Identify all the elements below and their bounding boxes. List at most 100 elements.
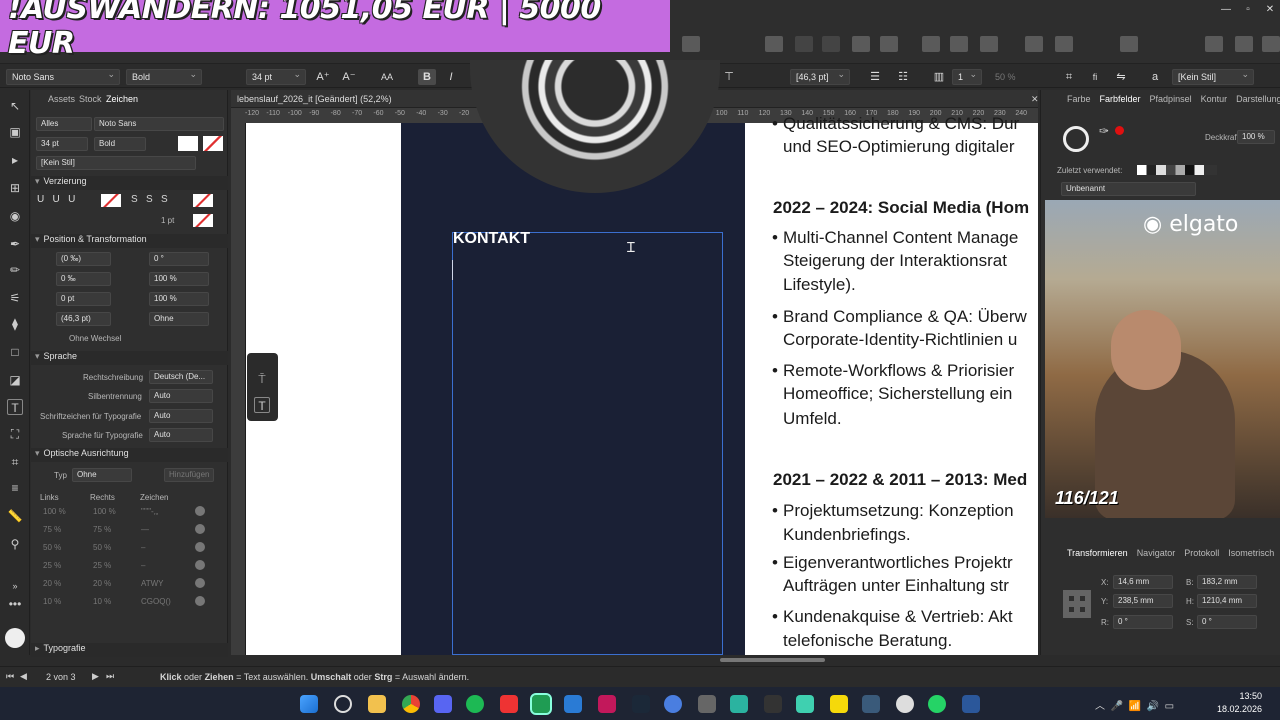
add-button[interactable]: Hinzufügen [164, 468, 214, 482]
case-button[interactable]: AA [376, 69, 398, 85]
x-field[interactable]: 14,6 mm [1113, 575, 1173, 589]
recent-swatches[interactable] [1137, 165, 1217, 175]
palette-select[interactable]: Unbenannt [1061, 182, 1196, 196]
cv-text-line[interactable]: Steigerung der Interaktionsrat [783, 251, 1007, 271]
optical-cell[interactable]: – [141, 543, 145, 552]
cv-text-line[interactable]: Qualitätssicherung & CMS: Dur [783, 114, 1019, 134]
color-wheel-icon[interactable] [1063, 126, 1089, 152]
optical-cell[interactable]: "'""-‚„ [141, 507, 158, 516]
stroke-swatch[interactable] [203, 136, 223, 151]
optical-cell[interactable]: 20 % [93, 579, 111, 588]
optical-cell[interactable]: 50 % [93, 543, 111, 552]
b-field[interactable]: 183,2 mm [1197, 575, 1257, 589]
leading-mode-select[interactable]: Ohne [149, 312, 209, 326]
optical-cell[interactable]: — [141, 525, 149, 534]
geometry-add-icon[interactable] [1025, 36, 1043, 52]
app-mint-icon[interactable] [796, 695, 814, 713]
font-scope-select[interactable]: Alles [36, 117, 92, 131]
optical-cell[interactable]: 20 % [43, 579, 61, 588]
affinity-publisher-icon[interactable] [530, 693, 552, 715]
hyphen-select[interactable]: Auto [149, 389, 213, 403]
pencil-tool-icon[interactable]: ✏ [7, 262, 23, 278]
app-red-icon[interactable] [500, 695, 518, 713]
clock-date[interactable]: 18.02.2026 [1210, 704, 1262, 714]
arrange-back-icon[interactable] [822, 36, 840, 52]
lowercase-button[interactable]: a [1146, 69, 1164, 85]
baseline-field[interactable]: 0 pt [56, 292, 111, 306]
tracking-field[interactable]: 0 ‰ [56, 272, 111, 286]
first-page-icon[interactable]: ⏮ [6, 671, 14, 682]
settings-icon[interactable] [1262, 36, 1280, 52]
optical-cell[interactable]: 100 % [43, 507, 66, 516]
fill-tool-icon[interactable]: ⧫ [7, 316, 23, 332]
panel-weight-select[interactable]: Bold [94, 137, 146, 151]
r-field[interactable]: 0 ° [1113, 615, 1173, 629]
tab-zeichen[interactable]: Zeichen [106, 94, 138, 104]
font-size-select[interactable]: 34 pt [246, 69, 306, 85]
panel-size-select[interactable]: 34 pt [36, 137, 88, 151]
clock-time[interactable]: 13:50 [1222, 691, 1262, 701]
optical-cell[interactable]: ATWY [141, 579, 164, 588]
hscale-field[interactable]: 100 % [149, 272, 209, 286]
spelling-select[interactable]: Deutsch (De... [149, 370, 213, 384]
affinity-icon[interactable] [598, 695, 616, 713]
eyedropper-icon[interactable]: ✑ [1099, 124, 1109, 138]
remove-row-icon[interactable] [195, 524, 205, 534]
deco-stroke-swatch[interactable] [193, 214, 213, 227]
cv-text-line[interactable]: Multi-Channel Content Manage [783, 228, 1018, 248]
node-tool-icon[interactable]: ▸ [7, 152, 23, 168]
chrome-icon[interactable] [402, 695, 420, 713]
assistant-icon[interactable] [1235, 36, 1253, 52]
italic-button[interactable]: I [442, 69, 460, 85]
panel-font-select[interactable]: Noto Sans [94, 117, 224, 131]
optical-cell[interactable]: 10 % [43, 597, 61, 606]
panel-style-select[interactable]: [Kein Stil] [36, 156, 196, 170]
section-optical[interactable]: ▾ Optische Ausrichtung [31, 448, 228, 462]
current-color[interactable] [1115, 126, 1124, 135]
vscode-icon[interactable] [564, 695, 582, 713]
font-family-select[interactable]: Noto Sans [6, 69, 120, 85]
cv-text-line[interactable]: Aufträgen unter Einhaltung str [783, 576, 1009, 596]
close-window-button[interactable]: ✕ [1262, 4, 1278, 16]
shear-field[interactable]: 0 ° [149, 252, 209, 266]
strike-color-swatch[interactable] [193, 194, 213, 207]
shape-tool-icon[interactable]: ◪ [7, 372, 23, 388]
optical-cell[interactable]: 75 % [43, 525, 61, 534]
frame-icon[interactable]: ⌗ [1060, 69, 1078, 85]
color-swatch-icon[interactable] [5, 628, 25, 648]
decoration-width[interactable]: 1 pt [161, 216, 174, 225]
optical-cell[interactable]: 25 % [43, 561, 61, 570]
arrange-forward-icon[interactable] [795, 36, 813, 52]
steam-icon[interactable] [632, 695, 650, 713]
spotify-icon[interactable] [466, 695, 484, 713]
cv-text-line[interactable]: Brand Compliance & QA: Überw [783, 307, 1027, 327]
cv-text-line[interactable]: Kundenakquise & Vertrieb: Akt [783, 607, 1013, 627]
optical-cell[interactable]: 50 % [43, 543, 61, 552]
right-tab[interactable]: Farbe [1067, 94, 1091, 104]
next-page-icon[interactable]: ▶ [92, 671, 99, 682]
transform-tab[interactable]: Isometrisch [1228, 548, 1274, 558]
app-blue-icon[interactable] [664, 695, 682, 713]
text-frame-icon[interactable]: T [254, 397, 270, 413]
fill-swatch[interactable] [178, 136, 198, 151]
last-page-icon[interactable]: ⏭ [106, 671, 114, 682]
chatgpt-icon[interactable] [896, 695, 914, 713]
start-icon[interactable] [300, 695, 318, 713]
remove-row-icon[interactable] [195, 578, 205, 588]
cv-text-line[interactable]: Corporate-Identity-Richtlinien u [783, 330, 1017, 350]
charset-select[interactable]: Auto [149, 409, 213, 423]
leading-field[interactable]: (46,3 pt) [56, 312, 111, 326]
ligature-button[interactable]: fi [1086, 69, 1104, 85]
cv-text-line[interactable]: Lifestyle). [783, 275, 856, 295]
arrange-front-icon[interactable] [765, 36, 783, 52]
text-wrap-icon[interactable]: ⇋ [1112, 69, 1130, 85]
vector-brush-icon[interactable]: ⚟ [7, 290, 23, 306]
optical-cell[interactable]: CGOQ() [141, 597, 171, 606]
numbered-list-icon[interactable]: ☷ [894, 69, 912, 85]
columns-count[interactable]: 1 [952, 69, 982, 85]
section-decoration[interactable]: ▾ Verzierung [31, 176, 228, 190]
leading-select[interactable]: [46,3 pt] [790, 69, 850, 85]
vertical-align-icon[interactable]: ⊤ [720, 69, 738, 85]
transform-tab[interactable]: Navigator [1137, 548, 1176, 558]
transform-tab[interactable]: Protokoll [1184, 548, 1219, 558]
